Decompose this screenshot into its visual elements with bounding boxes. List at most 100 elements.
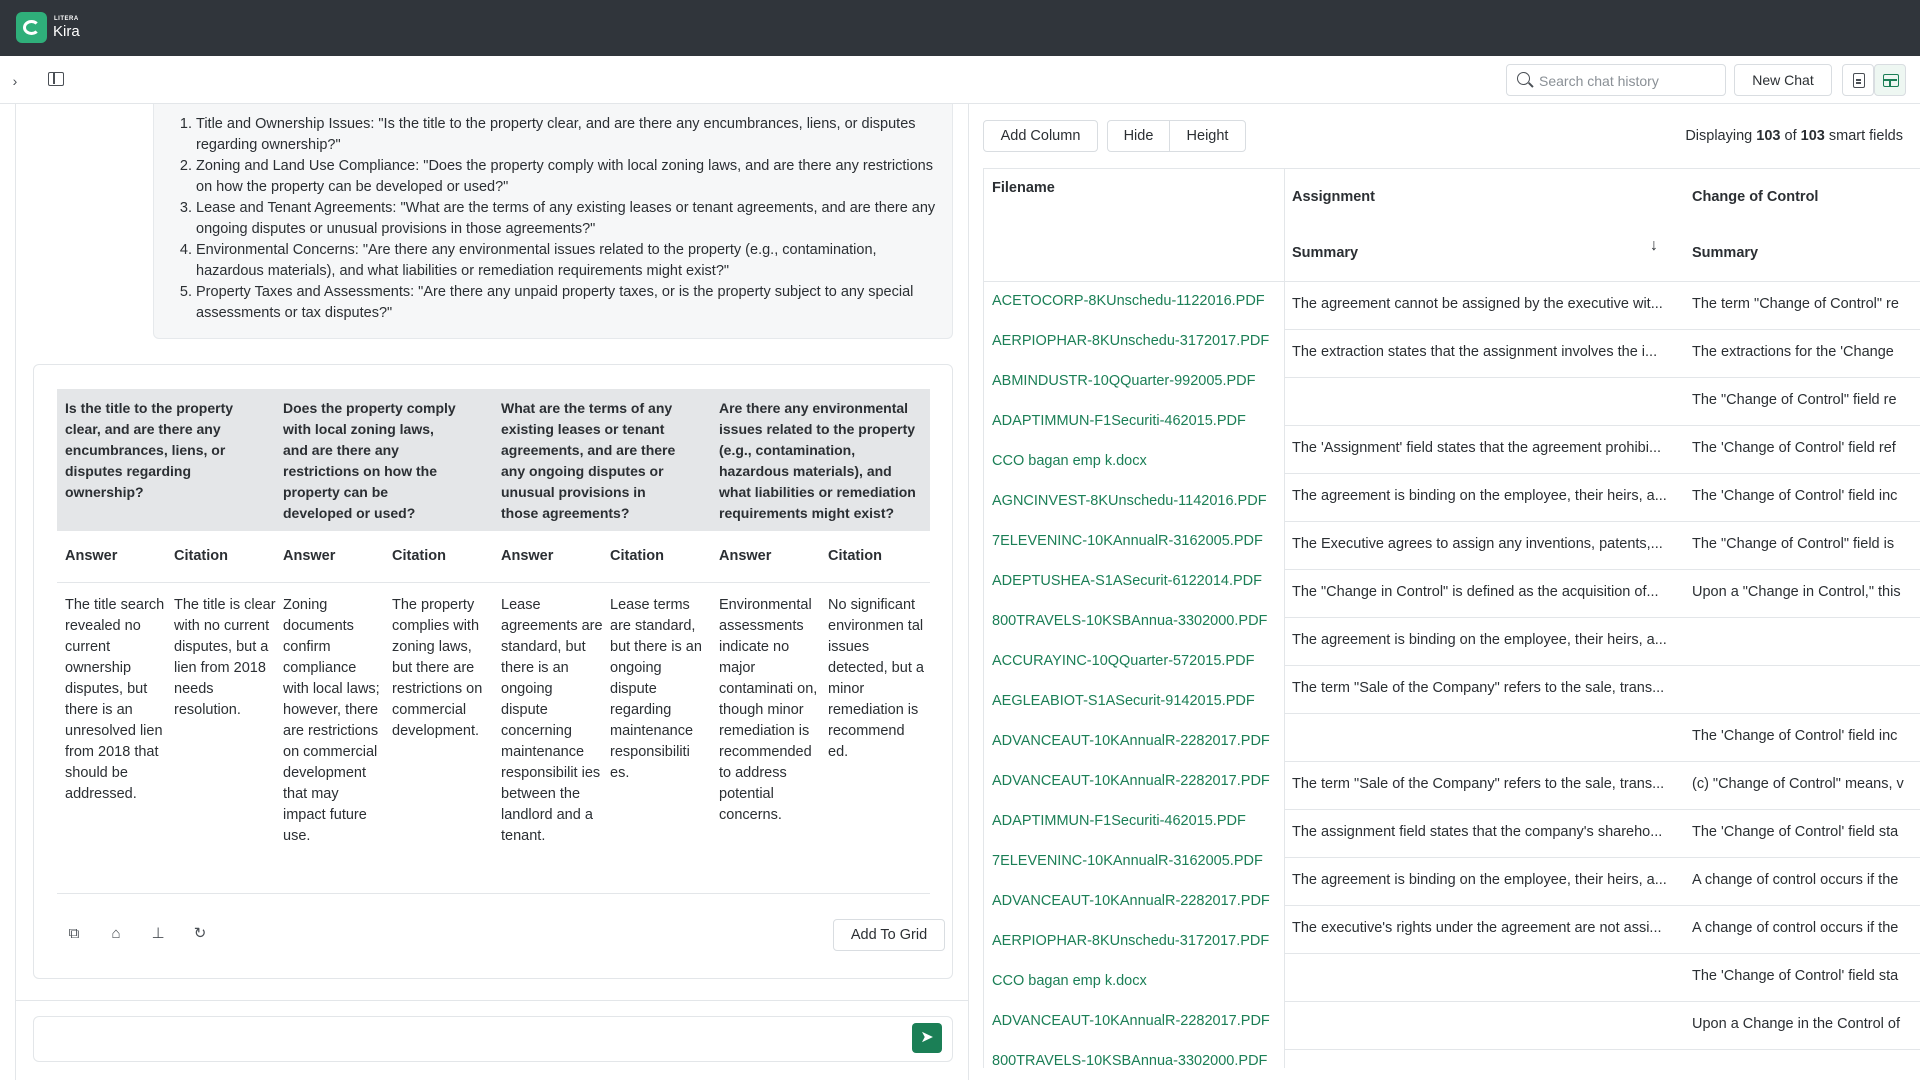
assignment-summary-cell[interactable]: The 'Assignment' field states that the a… <box>1292 440 1676 456</box>
file-link[interactable]: ADAPTIMMUN-F1Securiti-462015.PDF <box>992 413 1246 429</box>
assignment-summary-cell[interactable]: The executive's rights under the agreeme… <box>1292 920 1676 936</box>
display-total: 103 <box>1800 128 1825 144</box>
control-summary-cell[interactable]: The 'Change of Control' field sta <box>1692 968 1920 984</box>
document-view-icon[interactable] <box>1842 64 1874 96</box>
divider <box>57 582 930 583</box>
control-summary-cell[interactable]: The 'Change of Control' field inc <box>1692 728 1920 744</box>
citation-cell: The title is clear with no current dispu… <box>174 597 276 718</box>
assignment-summary-cell[interactable]: The extraction states that the assignmen… <box>1292 344 1676 360</box>
hide-button[interactable]: Hide <box>1107 120 1170 152</box>
file-link[interactable]: AERPIOPHAR-8KUnschedu-3172017.PDF <box>992 333 1269 349</box>
assignment-column-header[interactable]: Assignment <box>1292 189 1375 205</box>
send-icon[interactable]: ➤ <box>912 1023 942 1053</box>
summary-column-header[interactable]: Summary <box>1292 245 1358 261</box>
add-column-button[interactable]: Add Column <box>983 120 1098 152</box>
table-row[interactable]: The "Change in Control" is defined as th… <box>1284 570 1920 618</box>
table-row[interactable]: The term "Sale of the Company" refers to… <box>1284 762 1920 810</box>
file-link[interactable]: 800TRAVELS-10KSBAnnua-3302000.PDF <box>992 613 1267 629</box>
table-row[interactable]: The 'Change of Control' field sta <box>1284 954 1920 1002</box>
file-link[interactable]: AERPIOPHAR-8KUnschedu-3172017.PDF <box>992 933 1269 949</box>
pin-icon[interactable]: ⊥ <box>149 925 167 943</box>
control-summary-cell[interactable]: The 'Change of Control' field inc <box>1692 488 1920 504</box>
new-chat-button[interactable]: New Chat <box>1734 64 1832 96</box>
search-chat-history[interactable] <box>1506 64 1726 96</box>
table-row[interactable]: The 'Assignment' field states that the a… <box>1284 426 1920 474</box>
file-link[interactable]: ABMINDUSTR-10QQuarter-992005.PDF <box>992 373 1256 389</box>
control-summary-cell[interactable]: A change of control occurs if the <box>1692 872 1920 888</box>
search-input[interactable] <box>1539 71 1719 91</box>
grid-view-icon[interactable] <box>1874 64 1906 96</box>
file-link[interactable]: CCO bagan emp k.docx <box>992 973 1147 989</box>
table-row[interactable]: The agreement is binding on the employee… <box>1284 858 1920 906</box>
file-link[interactable]: ADEPTUSHEA-S1ASecurit-6122014.PDF <box>992 573 1262 589</box>
table-row[interactable]: The agreement is binding on the employee… <box>1284 618 1920 666</box>
table-row[interactable]: The term "Sale of the Company" refers to… <box>1284 666 1920 714</box>
brand-name: Kira <box>53 23 80 40</box>
table-row[interactable]: The executive's rights under the agreeme… <box>1284 906 1920 954</box>
assignment-summary-cell[interactable]: The assignment field states that the com… <box>1292 824 1676 840</box>
control-summary-cell[interactable]: Upon a "Change in Control," this <box>1692 584 1920 600</box>
control-summary-cell[interactable]: (c) "Change of Control" means, v <box>1692 776 1920 792</box>
assignment-summary-cell[interactable]: The term "Sale of the Company" refers to… <box>1292 680 1676 696</box>
assignment-summary-cell[interactable]: The "Change in Control" is defined as th… <box>1292 584 1676 600</box>
control-summary-cell[interactable]: The "Change of Control" field re <box>1692 392 1920 408</box>
expand-sidebar-icon[interactable]: › <box>6 72 24 90</box>
chat-column: Title and Ownership Issues: "Is the titl… <box>15 104 969 1080</box>
file-link[interactable]: CCO bagan emp k.docx <box>992 453 1147 469</box>
control-summary-cell[interactable]: The "Change of Control" field is <box>1692 536 1920 552</box>
chat-composer[interactable] <box>33 1016 953 1062</box>
assignment-summary-cell[interactable]: The agreement cannot be assigned by the … <box>1292 296 1676 312</box>
assignment-summary-cell[interactable]: The agreement is binding on the employee… <box>1292 872 1676 888</box>
control-summary-cell[interactable]: The term "Change of Control" re <box>1692 296 1920 312</box>
copy-icon[interactable]: ⧉ <box>65 925 83 943</box>
control-summary-cell[interactable]: Upon a Change in the Control of <box>1692 1016 1920 1032</box>
file-link[interactable]: 7ELEVENINC-10KAnnualR-3162005.PDF <box>992 853 1263 869</box>
kira-logo-icon[interactable] <box>16 12 47 43</box>
table-row[interactable]: The assignment field states that the com… <box>1284 810 1920 858</box>
file-link[interactable]: 800TRAVELS-10KSBAnnua-3302000.PDF <box>992 1053 1267 1068</box>
question-header: Does the property comply with local zoni… <box>283 400 456 521</box>
citation-column-header: Citation <box>828 548 882 564</box>
height-button[interactable]: Height <box>1169 120 1246 152</box>
refresh-icon[interactable]: ↻ <box>191 925 209 943</box>
control-summary-cell[interactable]: The 'Change of Control' field sta <box>1692 824 1920 840</box>
control-summary-cell[interactable]: The extractions for the 'Change <box>1692 344 1920 360</box>
table-row[interactable]: The 'Change of Control' field inc <box>1284 714 1920 762</box>
display-count: Displaying 103 of 103 smart fields <box>1685 128 1903 144</box>
table-row[interactable]: The Executive agrees to assign any inven… <box>1284 522 1920 570</box>
citation-column-header: Citation <box>610 548 664 564</box>
summary-column-header[interactable]: Summary <box>1692 245 1758 261</box>
assignment-summary-cell[interactable]: The Executive agrees to assign any inven… <box>1292 536 1676 552</box>
control-summary-cell[interactable]: A change of control occurs if the <box>1692 920 1920 936</box>
add-to-grid-button[interactable]: Add To Grid <box>833 919 945 951</box>
sort-descending-icon[interactable]: ↓ <box>1650 237 1658 255</box>
file-link[interactable]: ADVANCEAUT-10KAnnualR-2282017.PDF <box>992 773 1270 789</box>
file-link[interactable]: ACCURAYINC-10QQuarter-572015.PDF <box>992 653 1254 669</box>
file-link[interactable]: AGNCINVEST-8KUnschedu-1142016.PDF <box>992 493 1267 509</box>
tag-icon[interactable]: ⌂ <box>107 925 125 943</box>
file-link[interactable]: ADAPTIMMUN-F1Securiti-462015.PDF <box>992 813 1246 829</box>
table-row[interactable]: The agreement cannot be assigned by the … <box>1284 282 1920 330</box>
answer-grid-card: Is the title to the property clear, and … <box>33 364 953 979</box>
citation-cell: No significant environmen tal issues det… <box>828 597 924 760</box>
file-link[interactable]: 7ELEVENINC-10KAnnualR-3162005.PDF <box>992 533 1263 549</box>
message-input[interactable] <box>44 1027 904 1053</box>
control-summary-cell[interactable]: The 'Change of Control' field ref <box>1692 440 1920 456</box>
file-link[interactable]: ADVANCEAUT-10KAnnualR-2282017.PDF <box>992 893 1270 909</box>
assignment-summary-cell[interactable]: The term "Sale of the Company" refers to… <box>1292 776 1676 792</box>
assignment-summary-cell[interactable]: The agreement is binding on the employee… <box>1292 632 1676 648</box>
change-of-control-column-header[interactable]: Change of Control <box>1692 189 1818 205</box>
table-row[interactable]: Upon a Change in the Control of <box>1284 1002 1920 1050</box>
table-row[interactable]: The extraction states that the assignmen… <box>1284 330 1920 378</box>
citation-cell: Lease terms are standard, but there is a… <box>610 597 702 781</box>
file-link[interactable]: ACETOCORP-8KUnschedu-1122016.PDF <box>992 293 1265 309</box>
file-link[interactable]: ADVANCEAUT-10KAnnualR-2282017.PDF <box>992 1013 1270 1029</box>
citation-cell: The property complies with zoning laws, … <box>392 597 483 739</box>
file-link[interactable]: ADVANCEAUT-10KAnnualR-2282017.PDF <box>992 733 1270 749</box>
table-row[interactable]: The "Change of Control" field re <box>1284 378 1920 426</box>
file-link[interactable]: AEGLEABIOT-S1ASecurit-9142015.PDF <box>992 693 1255 709</box>
table-row[interactable]: The agreement is binding on the employee… <box>1284 474 1920 522</box>
filename-column-header[interactable]: Filename <box>992 180 1055 196</box>
assignment-summary-cell[interactable]: The agreement is binding on the employee… <box>1292 488 1676 504</box>
panel-layout-icon[interactable] <box>48 72 64 86</box>
